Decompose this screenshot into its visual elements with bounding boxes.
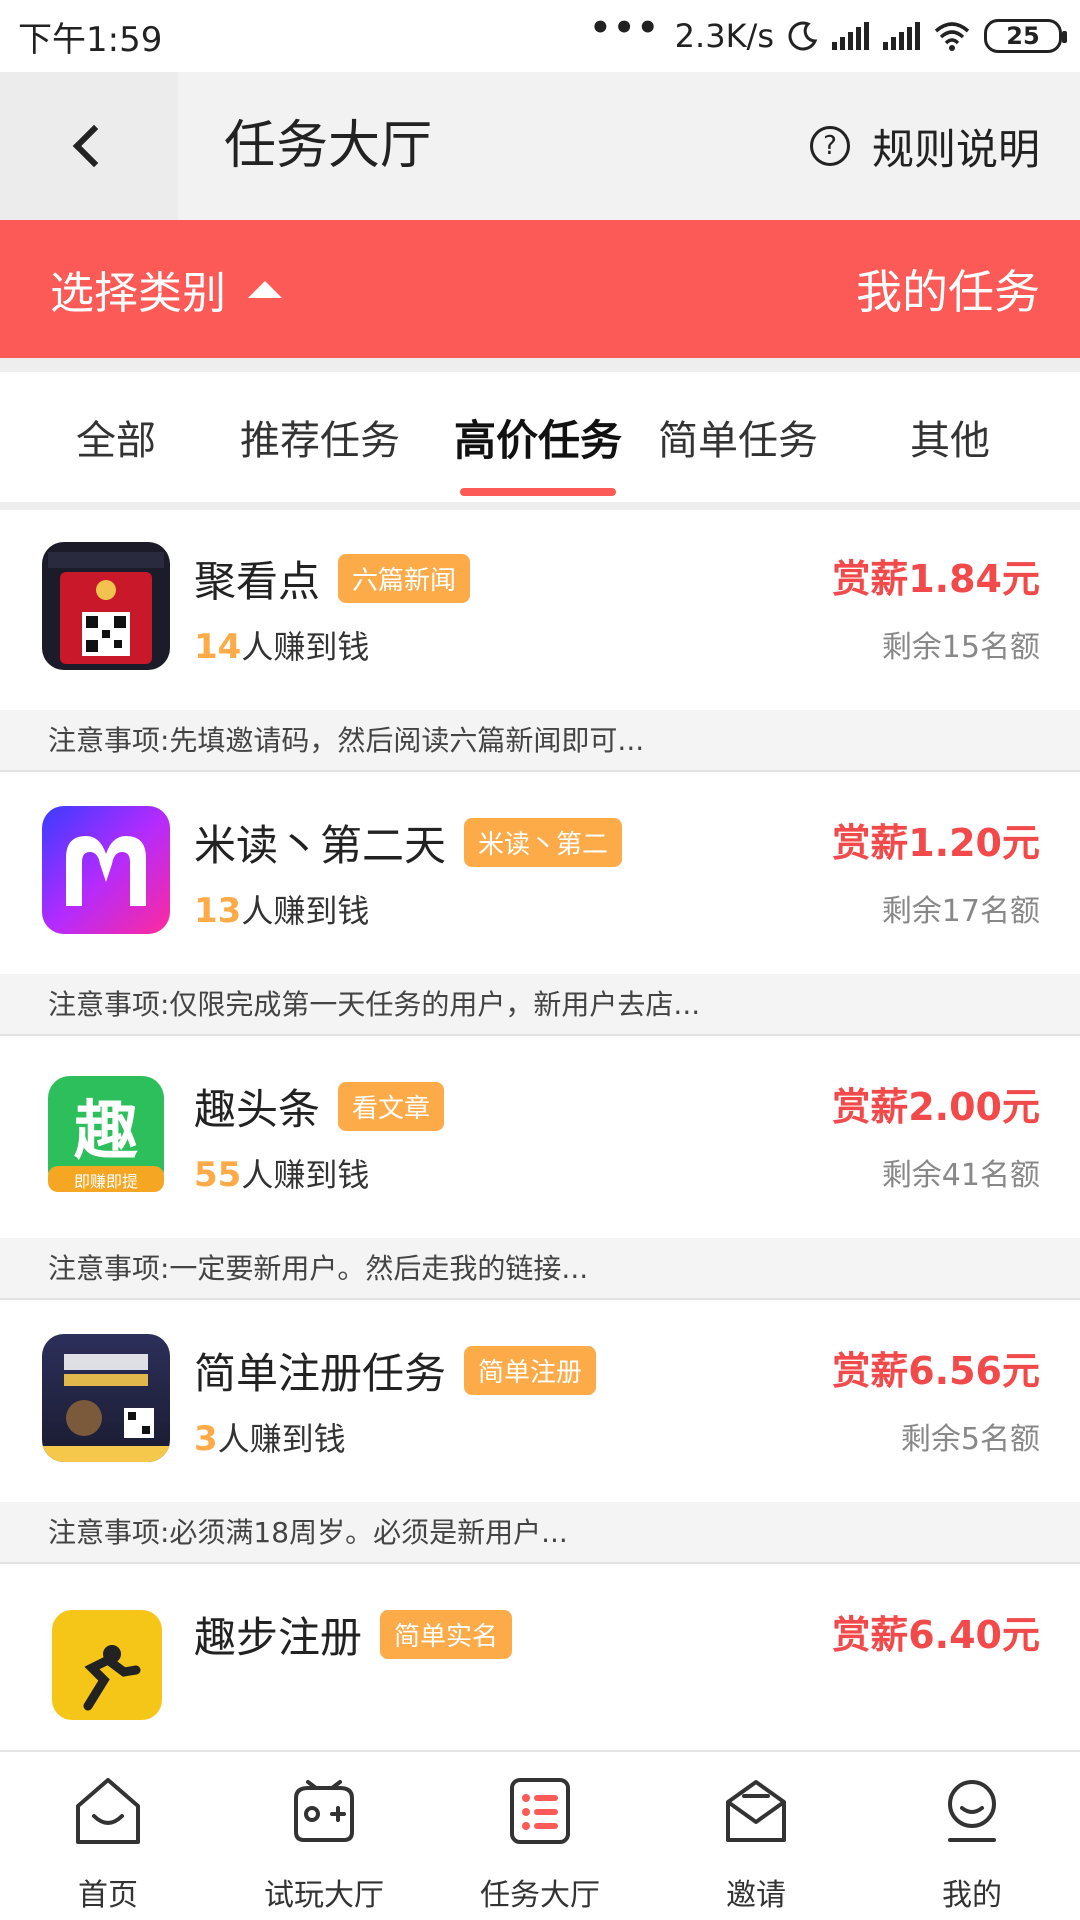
- gamepad-icon: [294, 1780, 354, 1842]
- rules-button[interactable]: ? 规则说明: [809, 72, 1040, 220]
- profile-icon: [948, 1780, 996, 1842]
- earned-suffix: 人赚到钱: [241, 892, 370, 930]
- task-reward: 赏薪2.00元: [832, 1085, 1040, 1129]
- qutoutiao-icon: 趣 即赚即提: [42, 1070, 170, 1198]
- status-indicators: ••• 2.3K/s 25: [589, 8, 1067, 56]
- qutoutiao-icon-glyph: 趣: [74, 1095, 138, 1169]
- bottom-nav-tasks[interactable]: 任务大厅: [432, 1752, 648, 1920]
- task-name: 趣头条: [194, 1085, 321, 1134]
- bottom-nav: 首页 试玩大厅 任务大厅 邀请 我的: [0, 1750, 1080, 1920]
- wifi-icon: [934, 22, 970, 51]
- select-category-button[interactable]: 选择类别: [50, 257, 282, 321]
- divider: [0, 502, 1080, 510]
- task-name: 聚看点: [194, 557, 321, 606]
- invite-envelope-icon: [726, 1780, 786, 1842]
- task-card[interactable]: 趣步注册 简单实名 赏薪6.40元: [0, 1566, 1080, 1766]
- task-note: 注意事项:必须满18周岁。必须是新用户...: [0, 1502, 1080, 1564]
- tab-recommended[interactable]: 推荐任务: [240, 372, 400, 502]
- task-title-row: 米读丶第二天 米读丶第二: [194, 812, 623, 873]
- earned-number: 55: [194, 1155, 242, 1195]
- task-note: 注意事项:仅限完成第一天任务的用户，新用户去店...: [0, 974, 1080, 1036]
- qutoutiao-icon-sub: 即赚即提: [73, 1172, 138, 1191]
- task-title-row: 简单注册任务 简单注册: [194, 1340, 597, 1401]
- bottom-nav-home[interactable]: 首页: [0, 1752, 216, 1920]
- bottom-nav-label: 试玩大厅: [264, 1878, 384, 1913]
- moon-icon: [788, 21, 818, 51]
- qubu-icon: [52, 1610, 162, 1720]
- tab-high-price[interactable]: 高价任务: [454, 372, 622, 502]
- task-reward: 赏薪6.40元: [832, 1613, 1040, 1657]
- earned-suffix: 人赚到钱: [217, 1420, 346, 1458]
- task-reward: 赏薪1.84元: [832, 557, 1040, 601]
- home-icon: [76, 1778, 140, 1844]
- task-card[interactable]: 趣 即赚即提 趣头条 看文章 55人赚到钱 赏薪2.00元 剩余41名额 注意事…: [0, 1038, 1080, 1300]
- register-poster-icon: [42, 1334, 170, 1462]
- task-card[interactable]: 简单注册任务 简单注册 3人赚到钱 赏薪6.56元 剩余5名额 注意事项:必须满…: [0, 1302, 1080, 1564]
- tab-all[interactable]: 全部: [76, 372, 156, 502]
- signal-icon-1: [832, 22, 869, 50]
- earned-number: 13: [194, 891, 242, 931]
- help-icon: ?: [809, 126, 850, 166]
- task-title-row: 聚看点 六篇新闻: [194, 548, 471, 609]
- signal-icon-2: [883, 22, 920, 50]
- rules-label: 规则说明: [871, 124, 1040, 174]
- select-category-label: 选择类别: [50, 268, 226, 319]
- task-name: 简单注册任务: [194, 1349, 447, 1398]
- status-bar: 下午1:59 ••• 2.3K/s 25: [0, 0, 1080, 72]
- status-time: 下午1:59: [18, 19, 163, 60]
- task-name: 米读丶第二天: [194, 821, 447, 870]
- task-tag: 简单注册: [464, 1346, 597, 1395]
- task-note: 注意事项:一定要新用户。然后走我的链接...: [0, 1238, 1080, 1300]
- midu-icon: [42, 806, 170, 934]
- task-list-icon: [510, 1778, 570, 1844]
- bottom-nav-invite[interactable]: 邀请: [648, 1752, 864, 1920]
- earned-count: 55人赚到钱: [194, 1150, 369, 1196]
- more-dots-icon: •••: [589, 8, 661, 48]
- task-tag: 米读丶第二: [464, 818, 623, 867]
- battery-icon: 25: [984, 19, 1067, 53]
- back-arrow-icon: [72, 124, 116, 168]
- task-note: 注意事项:先填邀请码，然后阅读六篇新闻即可...: [0, 710, 1080, 772]
- bottom-nav-label: 任务大厅: [480, 1878, 600, 1913]
- earned-suffix: 人赚到钱: [241, 1156, 370, 1194]
- earned-number: 14: [194, 627, 242, 667]
- bottom-nav-trial[interactable]: 试玩大厅: [216, 1752, 432, 1920]
- network-speed: 2.3K/s: [674, 17, 774, 55]
- tab-simple[interactable]: 简单任务: [658, 372, 818, 502]
- earned-count: 3人赚到钱: [194, 1414, 346, 1460]
- task-remaining: 剩余15名额: [881, 630, 1040, 665]
- task-tag: 六篇新闻: [338, 554, 471, 603]
- task-title-row: 趣头条 看文章: [194, 1076, 445, 1137]
- active-tab-indicator: [460, 488, 616, 496]
- back-button[interactable]: [0, 72, 178, 220]
- task-remaining: 剩余5名额: [900, 1422, 1040, 1457]
- bottom-nav-label: 邀请: [726, 1878, 786, 1913]
- earned-count: 13人赚到钱: [194, 886, 369, 932]
- task-card[interactable]: 米读丶第二天 米读丶第二 13人赚到钱 赏薪1.20元 剩余17名额 注意事项:…: [0, 774, 1080, 1036]
- tab-strip: 全部 推荐任务 高价任务 简单任务 其他: [0, 372, 1080, 502]
- task-card[interactable]: 聚看点 六篇新闻 14人赚到钱 赏薪1.84元 剩余15名额 注意事项:先填邀请…: [0, 510, 1080, 772]
- category-bar: 选择类别 我的任务: [0, 220, 1080, 358]
- nav-bar: 任务大厅 ? 规则说明: [0, 72, 1080, 220]
- divider: [0, 358, 1080, 372]
- earned-suffix: 人赚到钱: [241, 628, 370, 666]
- task-reward: 赏薪6.56元: [832, 1349, 1040, 1393]
- bottom-nav-label: 我的: [942, 1878, 1002, 1913]
- my-tasks-button[interactable]: 我的任务: [856, 256, 1040, 322]
- task-name: 趣步注册: [194, 1613, 363, 1662]
- earned-number: 3: [194, 1419, 218, 1459]
- task-reward: 赏薪1.20元: [832, 821, 1040, 865]
- task-tag: 简单实名: [380, 1610, 513, 1659]
- jukandian-icon: [42, 542, 170, 670]
- bottom-nav-label: 首页: [78, 1878, 138, 1913]
- earned-count: 14人赚到钱: [194, 622, 369, 668]
- task-title-row: 趣步注册 简单实名: [194, 1604, 513, 1665]
- caret-up-icon: [248, 280, 282, 298]
- bottom-nav-profile[interactable]: 我的: [864, 1752, 1080, 1920]
- task-remaining: 剩余41名额: [881, 1158, 1040, 1193]
- page-title: 任务大厅: [224, 116, 433, 176]
- tab-other[interactable]: 其他: [910, 372, 990, 502]
- task-remaining: 剩余17名额: [881, 894, 1040, 929]
- task-tag: 看文章: [338, 1082, 445, 1131]
